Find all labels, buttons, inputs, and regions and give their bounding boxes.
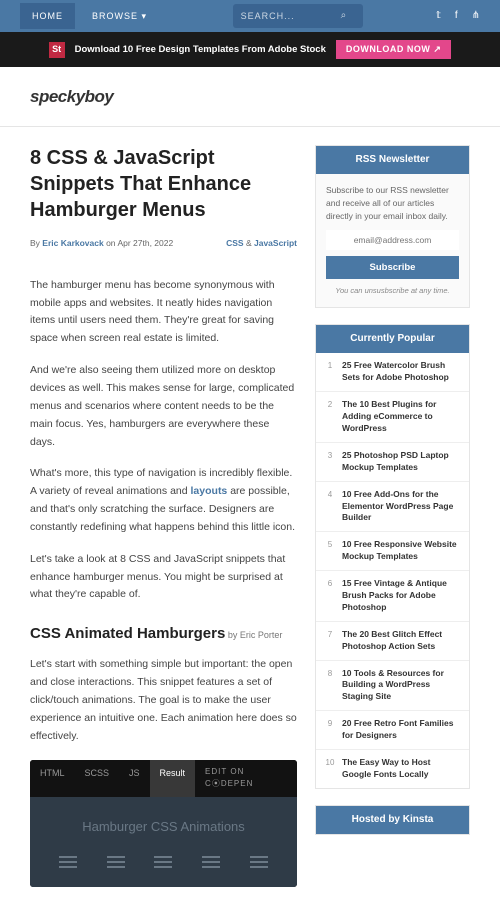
- sidebar: RSS Newsletter Subscribe to our RSS news…: [315, 145, 470, 887]
- rank-number: 3: [325, 450, 335, 463]
- categories: CSS & JavaScript: [226, 237, 297, 251]
- popular-link[interactable]: The Easy Way to Host Google Fonts Locall…: [342, 757, 460, 781]
- popular-link[interactable]: The 20 Best Glitch Effect Photoshop Acti…: [342, 629, 460, 653]
- hamburger-icon[interactable]: [154, 856, 172, 868]
- list-item[interactable]: 4 10 Free Add-Ons for the Elementor WordP…: [316, 482, 469, 533]
- rank-number: 8: [325, 668, 335, 681]
- nav-browse[interactable]: BROWSE ▾: [80, 3, 159, 29]
- tab-html[interactable]: HTML: [30, 760, 75, 798]
- popular-link[interactable]: 25 Free Watercolor Brush Sets for Adobe …: [342, 360, 460, 384]
- search-icon[interactable]: ⌕: [341, 8, 347, 24]
- popular-link[interactable]: 10 Free Responsive Website Mockup Templa…: [342, 539, 460, 563]
- rank-number: 6: [325, 578, 335, 591]
- rss-icon[interactable]: ⋔: [472, 8, 480, 24]
- site-logo[interactable]: speckyboy: [30, 83, 470, 110]
- top-nav: HOME BROWSE ▾: [20, 3, 159, 29]
- rss-widget: RSS Newsletter Subscribe to our RSS news…: [315, 145, 470, 308]
- hamburger-icon[interactable]: [202, 856, 220, 868]
- widget-heading: RSS Newsletter: [316, 146, 469, 174]
- paragraph: What's more, this type of navigation is …: [30, 465, 297, 536]
- layouts-link[interactable]: layouts: [191, 485, 228, 497]
- popular-link[interactable]: 20 Free Retro Font Families for Designer…: [342, 718, 460, 742]
- rank-number: 1: [325, 360, 335, 373]
- list-item[interactable]: 5 10 Free Responsive Website Mockup Templ…: [316, 532, 469, 571]
- banner-text: Download 10 Free Design Templates From A…: [75, 42, 326, 57]
- rank-number: 2: [325, 399, 335, 412]
- tab-scss[interactable]: SCSS: [75, 760, 120, 798]
- top-bar: HOME BROWSE ▾ ⌕ 𝕥 f ⋔: [0, 0, 500, 32]
- popular-link[interactable]: 15 Free Vintage & Antique Brush Packs fo…: [342, 578, 460, 614]
- main-content: 8 CSS & JavaScript Snippets That Enhance…: [30, 145, 297, 887]
- list-item[interactable]: 10 The Easy Way to Host Google Fonts Loca…: [316, 750, 469, 788]
- list-item[interactable]: 9 20 Free Retro Font Families for Designe…: [316, 711, 469, 750]
- popular-widget: Currently Popular 1 25 Free Watercolor Br…: [315, 324, 470, 788]
- tab-js[interactable]: JS: [119, 760, 150, 798]
- widget-heading: Currently Popular: [316, 325, 469, 353]
- hamburger-icon[interactable]: [250, 856, 268, 868]
- list-item[interactable]: 1 25 Free Watercolor Brush Sets for Adobe…: [316, 353, 469, 392]
- byline: By Eric Karkovack on Apr 27th, 2022: [30, 237, 173, 251]
- codepen-embed: HTML SCSS JS Result EDIT ON C⦿DEPEN Hamb…: [30, 760, 297, 888]
- edit-on-codepen[interactable]: EDIT ON C⦿DEPEN: [195, 760, 297, 798]
- rss-description: Subscribe to our RSS newsletter and rece…: [326, 184, 459, 222]
- rank-number: 4: [325, 489, 335, 502]
- subscribe-button[interactable]: Subscribe: [326, 256, 459, 279]
- popular-link[interactable]: 10 Free Add-Ons for the Elementor WordPr…: [342, 489, 460, 525]
- popular-link[interactable]: The 10 Best Plugins for Adding eCommerce…: [342, 399, 460, 435]
- search-input[interactable]: [241, 11, 341, 21]
- paragraph: And we're also seeing them utilized more…: [30, 362, 297, 451]
- widget-heading: Hosted by Kinsta: [316, 806, 469, 834]
- hamburger-icon[interactable]: [107, 856, 125, 868]
- list-item[interactable]: 8 10 Tools & Resources for Building a Wor…: [316, 661, 469, 712]
- promo-banner: St Download 10 Free Design Templates Fro…: [0, 32, 500, 67]
- facebook-icon[interactable]: f: [455, 8, 458, 24]
- adobe-stock-icon: St: [49, 42, 65, 58]
- popular-link[interactable]: 10 Tools & Resources for Building a Word…: [342, 668, 460, 704]
- rank-number: 5: [325, 539, 335, 552]
- paragraph: The hamburger menu has become synonymous…: [30, 277, 297, 348]
- cat-js[interactable]: JavaScript: [254, 238, 297, 248]
- twitter-icon[interactable]: 𝕥: [436, 8, 441, 24]
- rank-number: 9: [325, 718, 335, 731]
- nav-home[interactable]: HOME: [20, 3, 75, 29]
- popular-link[interactable]: 25 Photoshop PSD Laptop Mockup Templates: [342, 450, 460, 474]
- kinsta-widget: Hosted by Kinsta: [315, 805, 470, 835]
- download-now-button[interactable]: DOWNLOAD NOW ↗: [336, 40, 452, 59]
- list-item[interactable]: 6 15 Free Vintage & Antique Brush Packs f…: [316, 571, 469, 622]
- author-link[interactable]: Eric Karkovack: [42, 238, 103, 248]
- paragraph: Let's take a look at 8 CSS and JavaScrip…: [30, 551, 297, 605]
- site-header: speckyboy: [0, 67, 500, 127]
- list-item[interactable]: 3 25 Photoshop PSD Laptop Mockup Template…: [316, 443, 469, 482]
- social-links: 𝕥 f ⋔: [436, 8, 480, 24]
- list-item[interactable]: 2 The 10 Best Plugins for Adding eCommerc…: [316, 392, 469, 443]
- paragraph: Let's start with something simple but im…: [30, 656, 297, 745]
- rank-number: 7: [325, 629, 335, 642]
- tab-result[interactable]: Result: [150, 760, 196, 798]
- list-item[interactable]: 7 The 20 Best Glitch Effect Photoshop Act…: [316, 622, 469, 661]
- section-heading: CSS Animated Hamburgers by Eric Porter: [30, 622, 297, 646]
- page-title: 8 CSS & JavaScript Snippets That Enhance…: [30, 145, 297, 223]
- unsubscribe-note: You can unsusbscribe at any time.: [326, 285, 459, 297]
- cat-css[interactable]: CSS: [226, 238, 243, 248]
- rank-number: 10: [325, 757, 335, 770]
- hamburger-icon[interactable]: [59, 856, 77, 868]
- search-box[interactable]: ⌕: [233, 4, 363, 28]
- codepen-title: Hamburger CSS Animations: [44, 817, 283, 838]
- email-field[interactable]: [326, 230, 459, 250]
